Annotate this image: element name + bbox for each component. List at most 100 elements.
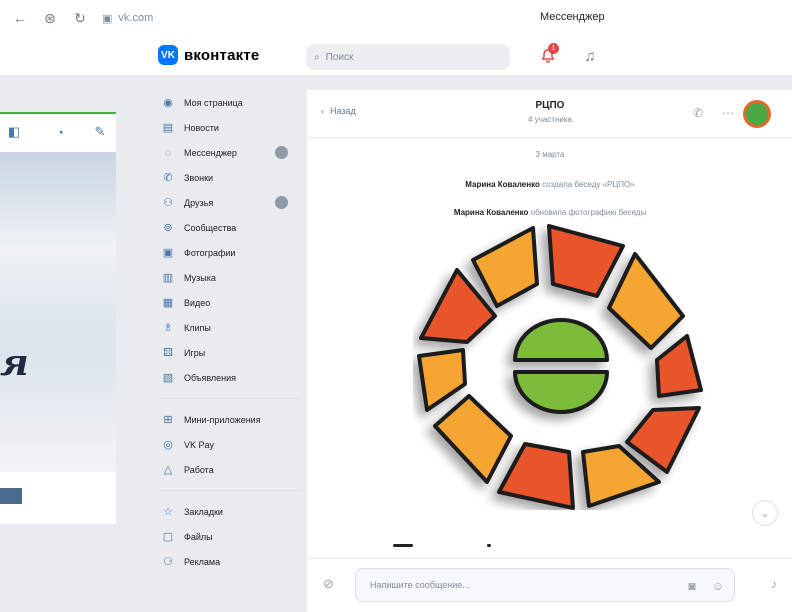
sidebar-item-calls[interactable]: ✆ Звонки xyxy=(156,165,306,190)
scroll-down-button[interactable]: ⌄ xyxy=(752,500,778,526)
message-icon: ◌ xyxy=(164,146,172,159)
chat-avatar[interactable] xyxy=(743,100,771,128)
emblem-center-top xyxy=(513,318,609,362)
background-window: ◧ ◔ ✎ ⌕ я xyxy=(0,112,116,524)
reader-icon[interactable]: ◧ xyxy=(4,122,24,142)
bookmark-icon: ☆ xyxy=(163,506,173,518)
sidebar-item-groups[interactable]: ⊚ Сообщества xyxy=(156,215,306,240)
sidebar-item-work[interactable]: △ Работа xyxy=(156,457,306,482)
sidebar-item-label: Игры xyxy=(184,347,206,358)
notifications-count: 1 xyxy=(548,43,559,54)
url-text: vk.com xyxy=(118,12,154,24)
document-glyph: я xyxy=(0,342,29,384)
vkpay-icon: ◎ xyxy=(163,439,173,451)
sidebar-item-vk-pay[interactable]: ◎ VK Pay xyxy=(156,432,306,457)
friends-badge xyxy=(275,196,288,209)
advert-icon: ⚆ xyxy=(163,556,173,568)
emblem-center-bottom xyxy=(513,370,609,414)
user-icon: ◉ xyxy=(163,97,173,109)
emoji-icon[interactable]: ☺ xyxy=(710,578,726,594)
sidebar-item-label: Друзья xyxy=(184,197,214,208)
music-icon: ▥ xyxy=(162,272,174,284)
sidebar-item-label: Файлы xyxy=(184,531,213,542)
chat-panel: ‹ Назад РЦПО 4 участника ✆ ⋯ 3 марта Мар… xyxy=(306,90,792,612)
sidebar-item-label: Новости xyxy=(184,122,219,133)
emblem-segment xyxy=(547,224,625,298)
document-preview xyxy=(0,152,116,472)
sidebar-item-advertising[interactable]: ⚆ Реклама xyxy=(156,549,306,574)
system-message-author[interactable]: Марина Коваленко xyxy=(465,180,540,189)
music-player-icon[interactable]: ♫ xyxy=(580,46,600,66)
message-placeholder: Напишите сообщение... xyxy=(370,580,470,590)
sidebar-item-files[interactable]: ▢ Файлы xyxy=(156,524,306,549)
sidebar-item-label: Работа xyxy=(184,464,214,475)
sidebar-item-label: Мини-приложения xyxy=(184,414,261,425)
phone-icon: ✆ xyxy=(163,172,173,184)
emblem-segment xyxy=(655,334,703,398)
sidebar-item-ads[interactable]: ▧ Объявления xyxy=(156,365,306,390)
video-icon: ▦ xyxy=(162,297,174,309)
sidebar-item-label: Объявления xyxy=(184,372,237,383)
site-info-icon[interactable]: ▣ xyxy=(102,12,112,25)
sidebar-divider xyxy=(160,398,302,399)
sidebar-item-clips[interactable]: ♗ Клипы xyxy=(156,315,306,340)
sidebar-item-friends[interactable]: ⚇ Друзья xyxy=(156,190,306,215)
emblem-segment xyxy=(433,394,513,484)
emblem-segment xyxy=(471,226,539,308)
sidebar-item-news[interactable]: ▤ Новости xyxy=(156,115,306,140)
sidebar-item-messenger[interactable]: ◌ Мессенджер xyxy=(156,140,306,165)
address-bar[interactable]: ▣ vk.com xyxy=(102,12,153,25)
sidebar-item-label: Звонки xyxy=(184,172,214,183)
camera-icon[interactable]: ◙ xyxy=(684,578,700,594)
site-header: VK вконтакте ⌕ Поиск 1 ♫ xyxy=(0,36,792,76)
friends-icon: ⚇ xyxy=(163,197,173,209)
sidebar-item-my-page[interactable]: ◉ Моя страница xyxy=(156,90,306,115)
system-message-author[interactable]: Марина Коваленко xyxy=(454,208,529,217)
sidebar-item-label: Реклама xyxy=(184,556,221,567)
sidebar-item-photos[interactable]: ▣ Фотографии xyxy=(156,240,306,265)
sidebar-item-label: Фотографии xyxy=(184,247,236,258)
search-icon: ⌕ xyxy=(314,51,320,63)
file-icon: ▢ xyxy=(162,531,174,543)
clips-icon: ♗ xyxy=(163,322,173,334)
sidebar-item-mini-apps[interactable]: ⊞ Мини-приложения xyxy=(156,407,306,432)
extension-icon[interactable]: ⊛ xyxy=(40,8,60,28)
sidebar-item-label: Сообщества xyxy=(184,222,237,233)
microphone-icon[interactable]: ♪ xyxy=(771,577,777,591)
system-message-text: создала беседу «РЦПО» xyxy=(539,180,635,189)
sidebar-item-label: Музыка xyxy=(184,272,216,283)
edit-icon[interactable]: ✎ xyxy=(90,122,110,142)
sidebar-item-video[interactable]: ▦ Видео xyxy=(156,290,306,315)
call-icon[interactable]: ✆ xyxy=(689,104,707,122)
vk-logo[interactable]: VK вконтакте xyxy=(158,45,259,65)
search-input[interactable]: ⌕ Поиск xyxy=(306,44,510,70)
notifications-bell-icon[interactable]: 1 xyxy=(538,43,559,66)
reload-icon[interactable]: ↻ xyxy=(70,8,90,28)
document-strip xyxy=(0,488,22,504)
sidebar-item-bookmarks[interactable]: ☆ Закладки xyxy=(156,499,306,524)
news-icon: ▤ xyxy=(162,122,174,134)
translate-icon[interactable]: ◔ xyxy=(50,122,70,142)
sidebar-item-label: Видео xyxy=(184,297,211,308)
work-icon: △ xyxy=(163,464,173,476)
chat-photo-emblem[interactable] xyxy=(413,220,709,510)
messenger-badge xyxy=(275,146,288,159)
more-icon[interactable]: ⋯ xyxy=(719,104,737,122)
sidebar-item-label: Моя страница xyxy=(184,97,243,108)
vk-logo-text: вконтакте xyxy=(184,46,260,64)
vk-logo-icon: VK xyxy=(158,45,178,65)
sidebar-item-games[interactable]: ⚄ Игры xyxy=(156,340,306,365)
sidebar-divider xyxy=(160,490,302,491)
emblem-segment xyxy=(607,252,685,350)
typing-indicator xyxy=(393,544,493,548)
sidebar-item-label: VK Pay xyxy=(184,439,215,450)
back-arrow-icon[interactable]: ← xyxy=(10,8,30,28)
paperclip-icon[interactable]: ⊘ xyxy=(323,576,334,592)
emblem-segment xyxy=(497,442,575,510)
sidebar-item-music[interactable]: ▥ Музыка xyxy=(156,265,306,290)
groups-icon: ⊚ xyxy=(163,222,173,234)
games-icon: ⚄ xyxy=(163,347,173,359)
system-message-text: обновила фотографию беседы xyxy=(528,208,647,217)
photo-icon: ▣ xyxy=(162,247,174,259)
message-input[interactable]: Напишите сообщение... ◙ ☺ xyxy=(355,568,735,602)
